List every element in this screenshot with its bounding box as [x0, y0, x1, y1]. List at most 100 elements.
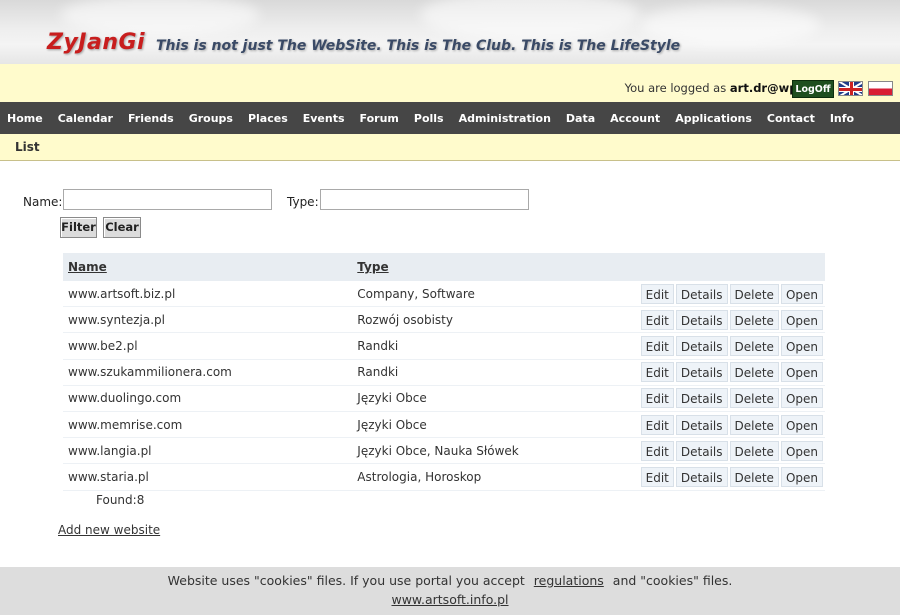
nav-applications[interactable]: Applications: [675, 112, 752, 125]
website-name-cell: www.staria.pl: [63, 464, 353, 491]
table-row: www.syntezja.pl Rozwój osobisty Edit Detail…: [63, 307, 825, 334]
website-type-cell: Astrologia, Horoskop: [352, 464, 639, 491]
nav-events[interactable]: Events: [303, 112, 345, 125]
open-button[interactable]: Open: [780, 388, 823, 409]
site-slogan: This is not just The WebSite. This is Th…: [156, 38, 681, 54]
table-header-row: Name Type: [63, 253, 825, 281]
open-button[interactable]: Open: [780, 466, 823, 487]
site-logo[interactable]: ZyJanGi: [47, 30, 145, 55]
table-row: www.szukammilionera.com Randki Edit Details…: [63, 360, 825, 386]
type-filter-label: Type:: [287, 195, 319, 209]
nav-data[interactable]: Data: [566, 112, 595, 125]
details-button[interactable]: Details: [675, 362, 728, 383]
main-nav: Home Calendar Friends Groups Places Even…: [0, 102, 900, 134]
edit-button[interactable]: Edit: [640, 362, 674, 383]
edit-button[interactable]: Edit: [640, 414, 674, 435]
website-name-cell: www.szukammilionera.com: [63, 360, 353, 386]
delete-button[interactable]: Delete: [729, 362, 779, 383]
website-name-cell: www.be2.pl: [63, 333, 353, 360]
nav-home[interactable]: Home: [7, 112, 43, 125]
edit-button[interactable]: Edit: [640, 388, 674, 409]
nav-forum[interactable]: Forum: [360, 112, 399, 125]
nav-account[interactable]: Account: [610, 112, 660, 125]
delete-button[interactable]: Delete: [729, 388, 779, 409]
column-header-actions: [638, 253, 825, 281]
website-name-cell: www.duolingo.com: [63, 386, 353, 412]
open-button[interactable]: Open: [780, 283, 823, 304]
english-flag-icon[interactable]: [838, 81, 863, 96]
regulations-link[interactable]: regulations: [534, 573, 604, 588]
row-actions: Edit Details Delete Open: [638, 360, 825, 386]
websites-table: Name Type www.artsoft.biz.pl Company, Sof…: [63, 253, 825, 491]
edit-button[interactable]: Edit: [640, 466, 674, 487]
column-header-type-label[interactable]: Type: [357, 260, 388, 274]
open-button[interactable]: Open: [780, 362, 823, 383]
sub-bar: List: [0, 134, 900, 161]
logoff-button[interactable]: LogOff: [792, 80, 834, 98]
table-row: www.artsoft.biz.pl Company, Software Edit D…: [63, 281, 825, 308]
cookie-footer: Website uses "cookies" files. If you use…: [0, 567, 900, 615]
polish-flag-icon[interactable]: [868, 81, 893, 96]
website-name-cell: www.artsoft.biz.pl: [63, 281, 353, 308]
delete-button[interactable]: Delete: [729, 440, 779, 461]
open-button[interactable]: Open: [780, 309, 823, 330]
logged-prefix: You are logged as: [624, 81, 730, 95]
website-name-cell: www.syntezja.pl: [63, 307, 353, 334]
logged-in-status: You are logged as art.dr@wp.pl: [625, 81, 814, 95]
website-name-cell: www.memrise.com: [63, 412, 353, 439]
user-bar: You are logged as art.dr@wp.pl: [0, 64, 900, 102]
nav-groups[interactable]: Groups: [189, 112, 233, 125]
delete-button[interactable]: Delete: [729, 414, 779, 435]
delete-button[interactable]: Delete: [729, 283, 779, 304]
clear-button[interactable]: Clear: [103, 217, 141, 238]
table-row: www.duolingo.com Języki Obce Edit Details De…: [63, 386, 825, 412]
open-button[interactable]: Open: [780, 440, 823, 461]
details-button[interactable]: Details: [675, 440, 728, 461]
name-filter-input[interactable]: [63, 189, 272, 210]
row-actions: Edit Details Delete Open: [638, 386, 825, 412]
nav-contact[interactable]: Contact: [767, 112, 815, 125]
row-actions: Edit Details Delete Open: [638, 307, 825, 334]
delete-button[interactable]: Delete: [729, 335, 779, 356]
footer-site-link[interactable]: www.artsoft.info.pl: [391, 592, 508, 607]
details-button[interactable]: Details: [675, 335, 728, 356]
table-row: www.staria.pl Astrologia, Horoskop Edit Det…: [63, 464, 825, 491]
details-button[interactable]: Details: [675, 309, 728, 330]
details-button[interactable]: Details: [675, 283, 728, 304]
delete-button[interactable]: Delete: [729, 466, 779, 487]
column-header-type[interactable]: Type: [352, 253, 639, 281]
website-type-cell: Randki: [352, 333, 639, 360]
edit-button[interactable]: Edit: [640, 335, 674, 356]
edit-button[interactable]: Edit: [640, 309, 674, 330]
open-button[interactable]: Open: [780, 335, 823, 356]
delete-button[interactable]: Delete: [729, 309, 779, 330]
nav-administration[interactable]: Administration: [459, 112, 551, 125]
details-button[interactable]: Details: [675, 388, 728, 409]
nav-friends[interactable]: Friends: [128, 112, 174, 125]
edit-button[interactable]: Edit: [640, 440, 674, 461]
edit-button[interactable]: Edit: [640, 283, 674, 304]
table-row: www.langia.pl Języki Obce, Nauka Słówek Ed…: [63, 438, 825, 465]
table-row: www.be2.pl Randki Edit Details Delete Open: [63, 333, 825, 360]
details-button[interactable]: Details: [675, 414, 728, 435]
name-filter-label: Name:: [23, 195, 63, 209]
website-type-cell: Języki Obce, Nauka Słówek: [352, 438, 639, 465]
nav-polls[interactable]: Polls: [414, 112, 444, 125]
type-filter-input[interactable]: [320, 189, 529, 210]
header-banner: ZyJanGi This is not just The WebSite. Th…: [0, 0, 900, 64]
row-actions: Edit Details Delete Open: [638, 281, 825, 308]
cookie-notice-prefix: Website uses "cookies" files. If you use…: [167, 573, 525, 588]
add-new-website-link[interactable]: Add new website: [58, 523, 160, 537]
website-type-cell: Rozwój osobisty: [352, 307, 639, 334]
nav-info[interactable]: Info: [830, 112, 854, 125]
column-header-name-label[interactable]: Name: [68, 260, 107, 274]
found-count: Found:8: [96, 493, 145, 507]
row-actions: Edit Details Delete Open: [638, 464, 825, 491]
open-button[interactable]: Open: [780, 414, 823, 435]
nav-places[interactable]: Places: [248, 112, 288, 125]
filter-button[interactable]: Filter: [60, 217, 97, 238]
details-button[interactable]: Details: [675, 466, 728, 487]
column-header-name[interactable]: Name: [63, 253, 353, 281]
nav-calendar[interactable]: Calendar: [58, 112, 113, 125]
website-type-cell: Randki: [352, 360, 639, 386]
